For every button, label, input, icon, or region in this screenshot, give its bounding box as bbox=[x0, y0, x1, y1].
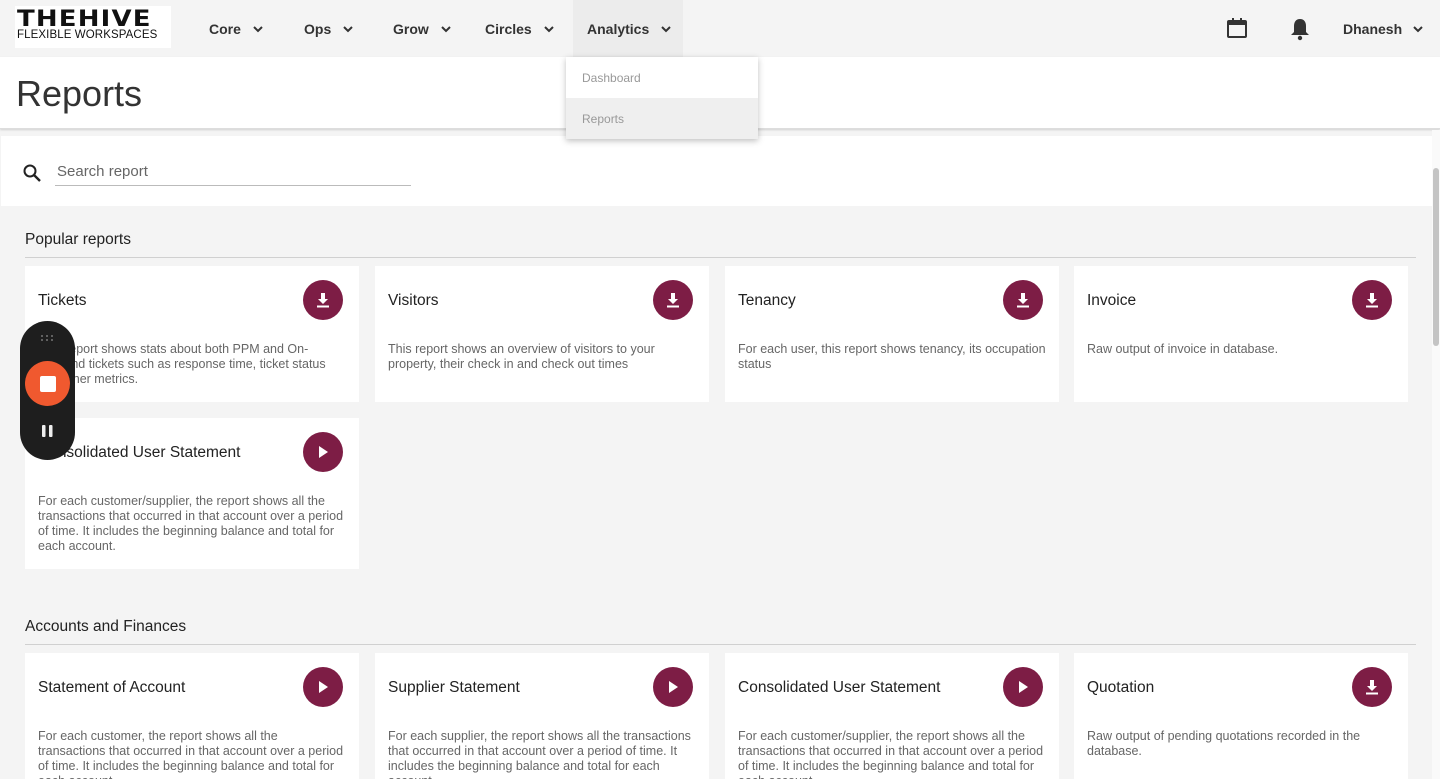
logo-tagline: FLEXIBLE WORKSPACES bbox=[17, 29, 158, 41]
play-icon bbox=[319, 446, 328, 458]
run-button[interactable] bbox=[1003, 667, 1043, 707]
report-card-title: Tickets bbox=[38, 292, 87, 309]
section-divider bbox=[25, 257, 1416, 258]
page-title: Reports bbox=[16, 73, 143, 114]
nav-core[interactable]: Core bbox=[209, 0, 265, 57]
nav-grow-label: Grow bbox=[393, 20, 429, 37]
nav-ops-label: Ops bbox=[304, 20, 332, 37]
report-card-description: For each customer/supplier, the report s… bbox=[38, 494, 344, 553]
nav-analytics[interactable]: Analytics bbox=[573, 0, 683, 57]
report-card-description: For each user, this report shows tenancy… bbox=[738, 342, 1046, 371]
chevron-down-icon bbox=[1413, 25, 1423, 32]
report-card-title: Statement of Account bbox=[38, 679, 186, 696]
report-card-tenancy[interactable]: Tenancy For each user, this report shows… bbox=[725, 266, 1059, 402]
drag-handle-icon[interactable] bbox=[40, 334, 55, 342]
report-card-description: For each customer/supplier, the report s… bbox=[738, 729, 1044, 779]
section-title-accounts: Accounts and Finances bbox=[25, 618, 187, 635]
play-icon bbox=[669, 681, 678, 693]
report-card-title: Supplier Statement bbox=[388, 679, 520, 696]
vertical-scrollbar[interactable] bbox=[1432, 130, 1440, 779]
analytics-dropdown-menu: Dashboard Reports bbox=[566, 57, 758, 139]
search-panel bbox=[1, 136, 1432, 206]
download-button[interactable] bbox=[653, 280, 693, 320]
run-button[interactable] bbox=[303, 667, 343, 707]
report-card-statement-of-account[interactable]: Statement of Account For each customer, … bbox=[25, 653, 359, 779]
nav-grow[interactable]: Grow bbox=[393, 0, 453, 57]
menu-item-reports[interactable]: Reports bbox=[566, 98, 758, 139]
section-title-popular: Popular reports bbox=[25, 231, 131, 248]
report-card-title: Consolidated User Statement bbox=[738, 679, 941, 696]
play-icon bbox=[1019, 681, 1028, 693]
user-menu[interactable]: Dhanesh bbox=[1343, 0, 1425, 57]
report-card-description: Raw output of pending quotations recorde… bbox=[1087, 729, 1361, 758]
report-card-description: This report shows stats about both PPM a… bbox=[38, 342, 326, 386]
scrollbar-thumb[interactable] bbox=[1433, 168, 1439, 346]
stop-recording-button[interactable] bbox=[25, 361, 70, 406]
report-card-title: Visitors bbox=[388, 292, 439, 309]
screen-recorder-widget bbox=[20, 321, 75, 460]
nav-analytics-label: Analytics bbox=[587, 20, 650, 37]
download-icon bbox=[1017, 293, 1029, 308]
report-card-description: Raw output of invoice in database. bbox=[1087, 342, 1279, 356]
pause-icon[interactable] bbox=[41, 424, 54, 438]
nav-ops[interactable]: Ops bbox=[304, 0, 355, 57]
calendar-icon[interactable] bbox=[1226, 17, 1248, 39]
download-icon bbox=[1366, 680, 1378, 695]
download-button[interactable] bbox=[1352, 280, 1392, 320]
run-button[interactable] bbox=[653, 667, 693, 707]
search-icon bbox=[23, 164, 41, 182]
report-card-quotation[interactable]: Quotation Raw output of pending quotatio… bbox=[1074, 653, 1408, 779]
section-divider bbox=[25, 644, 1416, 645]
report-card-title: Invoice bbox=[1087, 292, 1137, 309]
download-icon bbox=[317, 293, 329, 308]
nav-circles-label: Circles bbox=[485, 20, 532, 37]
nav-core-label: Core bbox=[209, 20, 241, 37]
search-input[interactable] bbox=[55, 158, 411, 186]
report-card-description: For each supplier, the report shows all … bbox=[388, 729, 691, 779]
brand-logo[interactable]: THEHIVE FLEXIBLE WORKSPACES bbox=[15, 6, 171, 48]
chevron-down-icon bbox=[253, 25, 263, 32]
user-name: Dhanesh bbox=[1343, 20, 1403, 37]
nav-circles[interactable]: Circles bbox=[485, 0, 556, 57]
chevron-down-icon bbox=[543, 25, 554, 32]
chevron-down-icon bbox=[343, 25, 353, 32]
report-card-title: Quotation bbox=[1087, 679, 1155, 696]
download-button[interactable] bbox=[1352, 667, 1392, 707]
menu-item-dashboard[interactable]: Dashboard bbox=[566, 57, 758, 98]
download-icon bbox=[667, 293, 679, 308]
download-button[interactable] bbox=[303, 280, 343, 320]
report-card-consolidated-user-statement[interactable]: Consolidated User Statement For each cus… bbox=[25, 418, 359, 569]
run-button[interactable] bbox=[303, 432, 343, 472]
stop-icon bbox=[39, 375, 56, 392]
report-card-supplier-statement[interactable]: Supplier Statement For each supplier, th… bbox=[375, 653, 709, 779]
report-card-invoice[interactable]: Invoice Raw output of invoice in databas… bbox=[1074, 266, 1408, 402]
report-card-title: Tenancy bbox=[738, 292, 796, 309]
report-card-description: This report shows an overview of visitor… bbox=[388, 342, 655, 371]
chevron-down-icon bbox=[441, 25, 451, 32]
report-card-visitors[interactable]: Visitors This report shows an overview o… bbox=[375, 266, 709, 402]
download-button[interactable] bbox=[1003, 280, 1043, 320]
bell-icon[interactable] bbox=[1289, 17, 1311, 41]
report-card-description: For each customer, the report shows all … bbox=[38, 729, 344, 779]
play-icon bbox=[319, 681, 328, 693]
chevron-down-icon bbox=[661, 25, 671, 32]
top-navbar: THEHIVE FLEXIBLE WORKSPACES Core Ops Gro… bbox=[0, 0, 1440, 57]
download-icon bbox=[1366, 293, 1378, 308]
report-card-tickets[interactable]: Tickets This report shows stats about bo… bbox=[25, 266, 359, 402]
report-card-consolidated-user-statement[interactable]: Consolidated User Statement For each cus… bbox=[725, 653, 1059, 779]
